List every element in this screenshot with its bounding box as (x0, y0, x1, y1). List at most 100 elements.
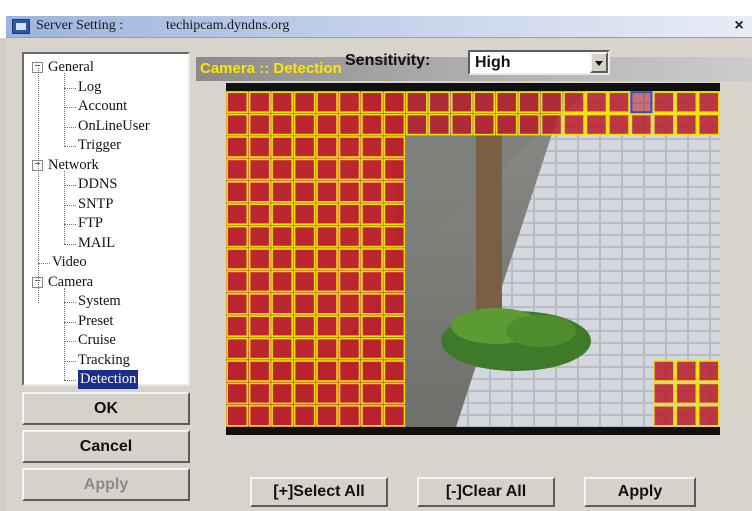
grid-cell[interactable] (316, 248, 338, 270)
grid-cell[interactable] (226, 203, 249, 225)
grid-cell[interactable] (271, 360, 293, 382)
grid-cell[interactable] (338, 181, 361, 203)
grid-cell[interactable] (316, 203, 338, 225)
grid-cell[interactable] (608, 113, 630, 136)
grid-cell[interactable] (361, 203, 383, 225)
grid-cell[interactable] (675, 91, 698, 114)
grid-cell[interactable] (338, 270, 361, 293)
grid-cell[interactable] (630, 91, 653, 114)
grid-cell[interactable] (473, 113, 496, 136)
ok-button[interactable]: OK (22, 392, 190, 425)
grid-cell[interactable] (383, 225, 406, 248)
grid-cell[interactable] (271, 337, 293, 360)
grid-cell[interactable] (630, 113, 653, 136)
grid-cell[interactable] (248, 315, 271, 337)
grid-cell[interactable] (271, 248, 293, 270)
grid-cell[interactable] (697, 91, 720, 114)
grid-cell[interactable] (406, 113, 428, 136)
grid-cell[interactable] (293, 91, 316, 114)
grid-cell[interactable] (406, 91, 428, 114)
grid-cell[interactable] (316, 113, 338, 136)
grid-cell[interactable] (653, 360, 675, 382)
grid-cell[interactable] (495, 91, 518, 114)
grid-cell[interactable] (563, 113, 585, 136)
grid-cell[interactable] (383, 158, 406, 181)
grid-cell[interactable] (248, 293, 271, 315)
grid-cell[interactable] (383, 248, 406, 270)
grid-cell[interactable] (248, 158, 271, 181)
grid-cell[interactable] (361, 136, 383, 158)
grid-cell[interactable] (383, 404, 406, 427)
grid-cell[interactable] (293, 270, 316, 293)
grid-cell[interactable] (226, 136, 249, 158)
grid-cell[interactable] (316, 315, 338, 337)
grid-cell[interactable] (361, 293, 383, 315)
grid-cell[interactable] (450, 91, 473, 114)
grid-cell[interactable] (653, 91, 675, 114)
grid-cell[interactable] (338, 337, 361, 360)
grid-cell[interactable] (248, 181, 271, 203)
grid-cell[interactable] (338, 203, 361, 225)
grid-cell[interactable] (316, 158, 338, 181)
grid-cell[interactable] (563, 91, 585, 114)
grid-cell[interactable] (697, 404, 720, 427)
grid-cell[interactable] (338, 360, 361, 382)
grid-cell[interactable] (361, 315, 383, 337)
grid-cell[interactable] (361, 382, 383, 405)
grid-cell[interactable] (248, 404, 271, 427)
grid-cell[interactable] (226, 91, 249, 114)
grid-cell[interactable] (226, 270, 249, 293)
grid-cell[interactable] (383, 113, 406, 136)
grid-cell[interactable] (473, 91, 496, 114)
grid-cell[interactable] (338, 136, 361, 158)
grid-cell[interactable] (540, 91, 563, 114)
grid-cell[interactable] (248, 225, 271, 248)
grid-cell[interactable] (271, 91, 293, 114)
grid-cell[interactable] (361, 270, 383, 293)
grid-cell[interactable] (226, 181, 249, 203)
tree-group-network[interactable]: − Network (24, 156, 188, 175)
grid-cell[interactable] (383, 136, 406, 158)
grid-cell[interactable] (675, 382, 698, 405)
grid-cell[interactable] (271, 315, 293, 337)
grid-cell[interactable] (361, 91, 383, 114)
grid-cell[interactable] (383, 203, 406, 225)
grid-cell[interactable] (361, 404, 383, 427)
grid-cell[interactable] (338, 91, 361, 114)
grid-cell[interactable] (338, 248, 361, 270)
grid-cell[interactable] (428, 113, 451, 136)
grid-cell[interactable] (226, 293, 249, 315)
grid-cell[interactable] (495, 113, 518, 136)
grid-cell[interactable] (271, 113, 293, 136)
grid-cell[interactable] (316, 136, 338, 158)
grid-cell[interactable] (271, 382, 293, 405)
grid-cell[interactable] (361, 248, 383, 270)
grid-cell[interactable] (383, 315, 406, 337)
grid-cell[interactable] (271, 270, 293, 293)
grid-cell[interactable] (293, 382, 316, 405)
grid-cell[interactable] (271, 293, 293, 315)
tree-group-general[interactable]: − General (24, 58, 188, 77)
grid-cell[interactable] (697, 382, 720, 405)
grid-cell[interactable] (383, 293, 406, 315)
grid-cell[interactable] (293, 293, 316, 315)
grid-cell[interactable] (697, 360, 720, 382)
grid-cell[interactable] (248, 248, 271, 270)
tree-item-log[interactable]: Log (24, 78, 188, 97)
clear-all-button[interactable]: [-]Clear All (417, 477, 555, 507)
grid-cell[interactable] (316, 181, 338, 203)
grid-cell[interactable] (226, 158, 249, 181)
tree-item-system[interactable]: System (24, 292, 188, 311)
tree-item-sntp[interactable]: SNTP (24, 195, 188, 214)
grid-cell[interactable] (293, 337, 316, 360)
grid-cell[interactable] (316, 293, 338, 315)
grid-cell[interactable] (338, 113, 361, 136)
grid-cell[interactable] (293, 158, 316, 181)
grid-cell[interactable] (293, 113, 316, 136)
grid-cell[interactable] (293, 136, 316, 158)
grid-cell[interactable] (675, 404, 698, 427)
apply-left-button[interactable]: Apply (22, 468, 190, 501)
grid-cell[interactable] (608, 91, 630, 114)
grid-cell[interactable] (316, 382, 338, 405)
tree-item-onlineuser[interactable]: OnLineUser (24, 117, 188, 136)
